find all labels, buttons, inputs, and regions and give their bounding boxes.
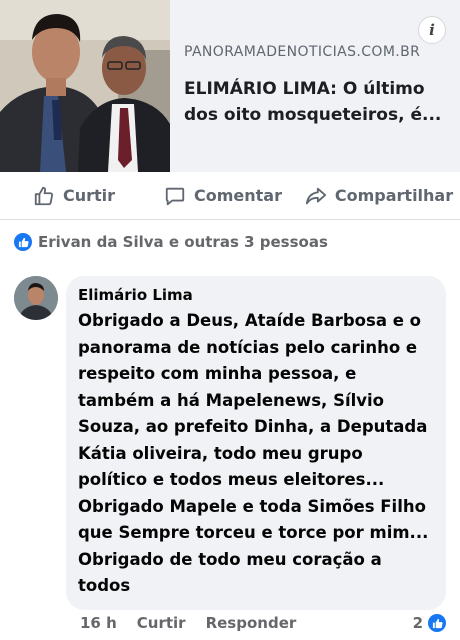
info-icon[interactable]: i bbox=[418, 16, 446, 44]
commenter-avatar[interactable] bbox=[14, 276, 58, 320]
post-action-bar: Curtir Comentar Compartilhar bbox=[0, 172, 460, 220]
comment-button[interactable]: Comentar bbox=[148, 172, 298, 220]
comment-reply-link[interactable]: Responder bbox=[206, 614, 297, 632]
link-thumbnail[interactable] bbox=[0, 0, 170, 172]
share-button[interactable]: Compartilhar bbox=[298, 172, 460, 220]
two-men-photo bbox=[0, 0, 170, 172]
comment-like-link[interactable]: Curtir bbox=[137, 614, 186, 632]
comment-icon bbox=[165, 187, 185, 205]
link-headline[interactable]: ELIMÁRIO LIMA: O último dos oito mosquet… bbox=[184, 76, 446, 128]
comment-label: Comentar bbox=[194, 186, 282, 205]
comment-text: Obrigado a Deus, Ataíde Barbosa e o pano… bbox=[78, 311, 429, 595]
comment-reaction-count[interactable]: 2 bbox=[413, 614, 446, 632]
link-preview-body[interactable]: i PANORAMADENOTICIAS.COM.BR ELIMÁRIO LIM… bbox=[170, 0, 460, 172]
comment-meta: 16 h Curtir Responder bbox=[80, 614, 296, 632]
reactions-text: Erivan da Silva e outras 3 pessoas bbox=[38, 233, 328, 251]
comment-author[interactable]: Elimário Lima bbox=[78, 286, 193, 304]
reactions-summary[interactable]: Erivan da Silva e outras 3 pessoas bbox=[14, 233, 328, 251]
like-reaction-icon bbox=[428, 614, 446, 632]
share-arrow-icon bbox=[305, 187, 326, 204]
share-label: Compartilhar bbox=[334, 186, 454, 205]
like-reaction-icon bbox=[14, 233, 32, 251]
thumbs-up-icon bbox=[34, 186, 53, 205]
link-domain: PANORAMADENOTICIAS.COM.BR bbox=[184, 44, 421, 60]
link-preview-card[interactable]: i PANORAMADENOTICIAS.COM.BR ELIMÁRIO LIM… bbox=[0, 0, 460, 172]
like-label: Curtir bbox=[62, 186, 116, 205]
like-button[interactable]: Curtir bbox=[0, 172, 148, 220]
comment-bubble: Elimário Lima Obrigado a Deus, Ataíde Ba… bbox=[66, 276, 446, 610]
comment-time[interactable]: 16 h bbox=[80, 614, 117, 632]
comment-reaction-number: 2 bbox=[412, 614, 423, 632]
